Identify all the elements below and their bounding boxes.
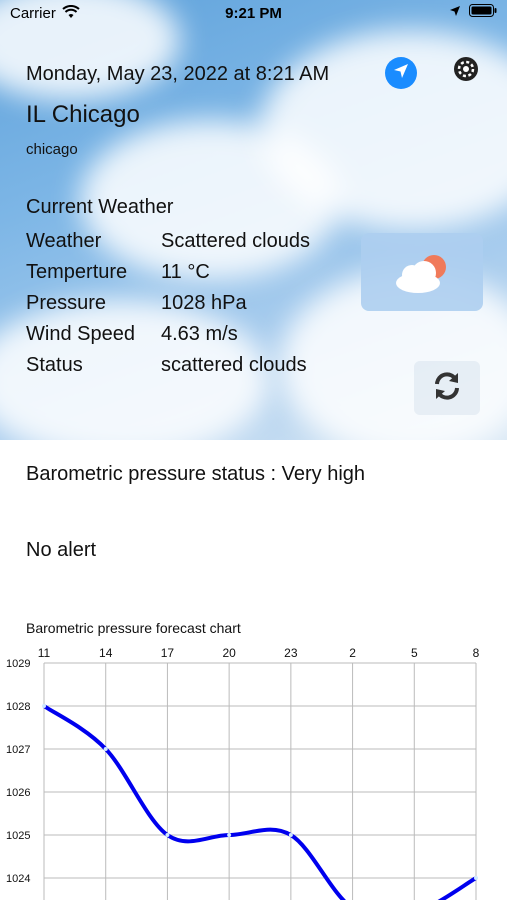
x-tick-label: 5 xyxy=(411,646,418,660)
pressure-value: 1028 hPa xyxy=(161,292,247,314)
pressure-status-text: Barometric pressure status : Very high xyxy=(26,463,366,485)
status-value: scattered clouds xyxy=(161,354,307,376)
x-tick-label: 20 xyxy=(222,646,236,660)
weather-hero: Carrier 9:21 PM Monday, May 23, 2022 at … xyxy=(0,0,507,440)
partly-cloudy-icon xyxy=(392,251,452,300)
data-point xyxy=(42,704,46,708)
battery-icon xyxy=(469,4,497,21)
data-point xyxy=(474,876,478,880)
refresh-button[interactable] xyxy=(414,361,480,415)
wind-speed-value: 4.63 m/s xyxy=(161,323,238,345)
pressure-label: Pressure xyxy=(26,292,107,314)
x-tick-label: 23 xyxy=(284,646,298,660)
search-query-label: chicago xyxy=(26,141,78,158)
x-tick-label: 8 xyxy=(473,646,480,660)
chart-title: Barometric pressure forecast chart xyxy=(26,620,241,636)
data-point xyxy=(227,833,232,837)
pressure-series-line xyxy=(42,704,478,900)
status-label: Status xyxy=(26,354,83,376)
pressure-forecast-chart: 11 14 17 20 23 2 5 8 1029 1028 1027 1026 1025 1024 xyxy=(6,646,480,900)
temperature-label: Temperture xyxy=(26,261,128,283)
data-point xyxy=(288,833,293,837)
data-point xyxy=(103,747,108,751)
location-arrow-icon xyxy=(392,62,410,85)
weather-value: Scattered clouds xyxy=(161,230,310,252)
y-tick-label: 1024 xyxy=(6,873,30,885)
y-tick-label: 1028 xyxy=(6,701,30,713)
status-bar: Carrier 9:21 PM xyxy=(0,0,507,28)
alert-text: No alert xyxy=(26,539,97,561)
x-tick-label: 14 xyxy=(99,646,113,660)
current-location-button[interactable] xyxy=(385,57,417,89)
gear-icon xyxy=(453,56,479,87)
city-title: IL Chicago xyxy=(26,101,140,128)
settings-button[interactable] xyxy=(452,56,480,87)
y-tick-label: 1029 xyxy=(6,658,30,670)
y-tick-label: 1025 xyxy=(6,830,30,842)
x-tick-label: 17 xyxy=(161,646,175,660)
location-services-icon xyxy=(449,4,461,21)
data-point xyxy=(165,833,170,837)
x-tick-label: 11 xyxy=(38,646,51,660)
refresh-icon xyxy=(429,368,465,409)
clock-label: 9:21 PM xyxy=(225,5,282,22)
temperature-value: 11 °C xyxy=(161,261,210,283)
wind-speed-label: Wind Speed xyxy=(26,323,135,345)
current-weather-heading: Current Weather xyxy=(26,196,174,218)
weather-label: Weather xyxy=(26,230,102,252)
y-tick-label: 1027 xyxy=(6,744,30,756)
x-tick-label: 2 xyxy=(349,646,356,660)
date-label: Monday, May 23, 2022 at 8:21 AM xyxy=(26,63,330,85)
weather-condition-tile xyxy=(361,233,483,311)
y-tick-label: 1026 xyxy=(6,787,30,799)
